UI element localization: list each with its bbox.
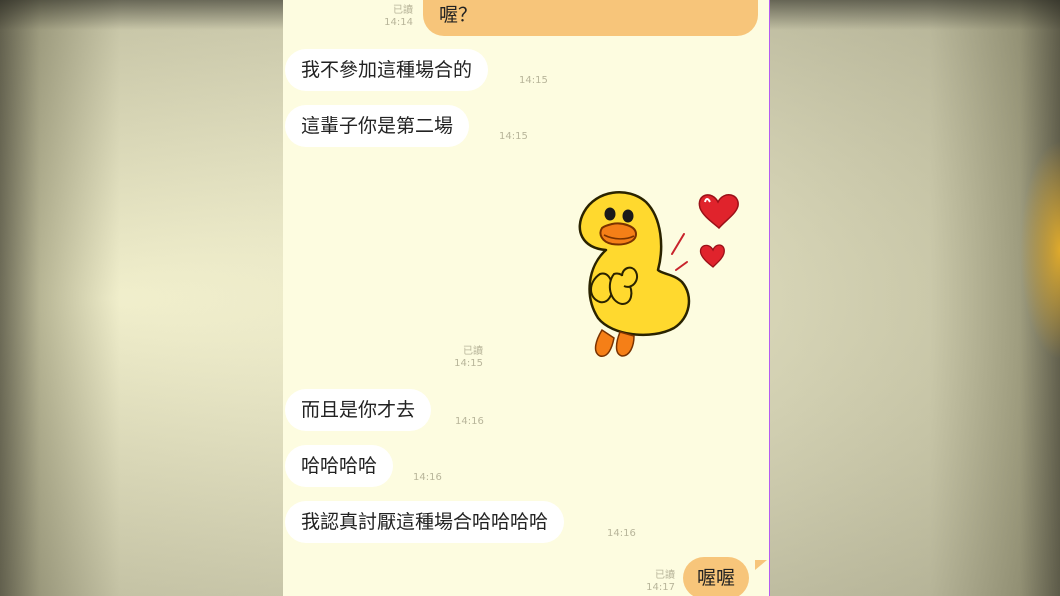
incoming-message-bubble[interactable]: 而且是你才去	[285, 389, 432, 431]
timestamp: 14:15	[454, 358, 483, 369]
timestamp: 14:17	[646, 582, 675, 593]
timestamp: 14:16	[455, 416, 484, 427]
message-text: 而且是你才去	[301, 399, 416, 421]
bubble-tail	[755, 560, 767, 570]
read-receipt: 已讀	[655, 570, 675, 581]
timestamp: 14:15	[519, 75, 548, 86]
timestamp: 14:15	[499, 131, 528, 142]
message-text: 喔喔	[697, 567, 736, 589]
yellow-chick-with-hearts-icon	[578, 191, 739, 357]
incoming-message-bubble[interactable]: 哈哈哈哈	[285, 445, 394, 487]
screenshot-stage: 已讀 14:14 喔？ 我不參加這種場合的 14:15 這輩子你是第二場 14:…	[0, 0, 1060, 596]
timestamp: 14:16	[607, 528, 636, 539]
chick-sticker[interactable]	[566, 178, 746, 368]
message-text: 喔？	[439, 4, 478, 26]
read-receipt: 已讀	[393, 5, 413, 16]
timestamp: 14:14	[384, 17, 413, 28]
message-text: 哈哈哈哈	[301, 455, 378, 477]
message-text: 我認真討厭這種場合哈哈哈哈	[301, 511, 549, 533]
message-meta: 已讀 14:15	[449, 346, 483, 370]
message-meta: 已讀 14:17	[641, 570, 675, 594]
timestamp: 14:16	[413, 472, 442, 483]
message-text: 我不參加這種場合的	[301, 59, 473, 81]
incoming-message-bubble[interactable]: 我不參加這種場合的	[285, 49, 489, 91]
incoming-message-bubble[interactable]: 這輩子你是第二場	[285, 105, 470, 147]
outgoing-message-bubble[interactable]: 喔喔	[683, 557, 750, 596]
incoming-message-bubble[interactable]: 我認真討厭這種場合哈哈哈哈	[285, 501, 565, 543]
chat-window[interactable]: 已讀 14:14 喔？ 我不參加這種場合的 14:15 這輩子你是第二場 14:…	[283, 0, 770, 596]
outgoing-message-bubble[interactable]: 喔？	[423, 0, 758, 36]
message-text: 這輩子你是第二場	[301, 115, 454, 137]
read-receipt: 已讀	[463, 346, 483, 357]
message-meta: 已讀 14:14	[379, 5, 413, 29]
